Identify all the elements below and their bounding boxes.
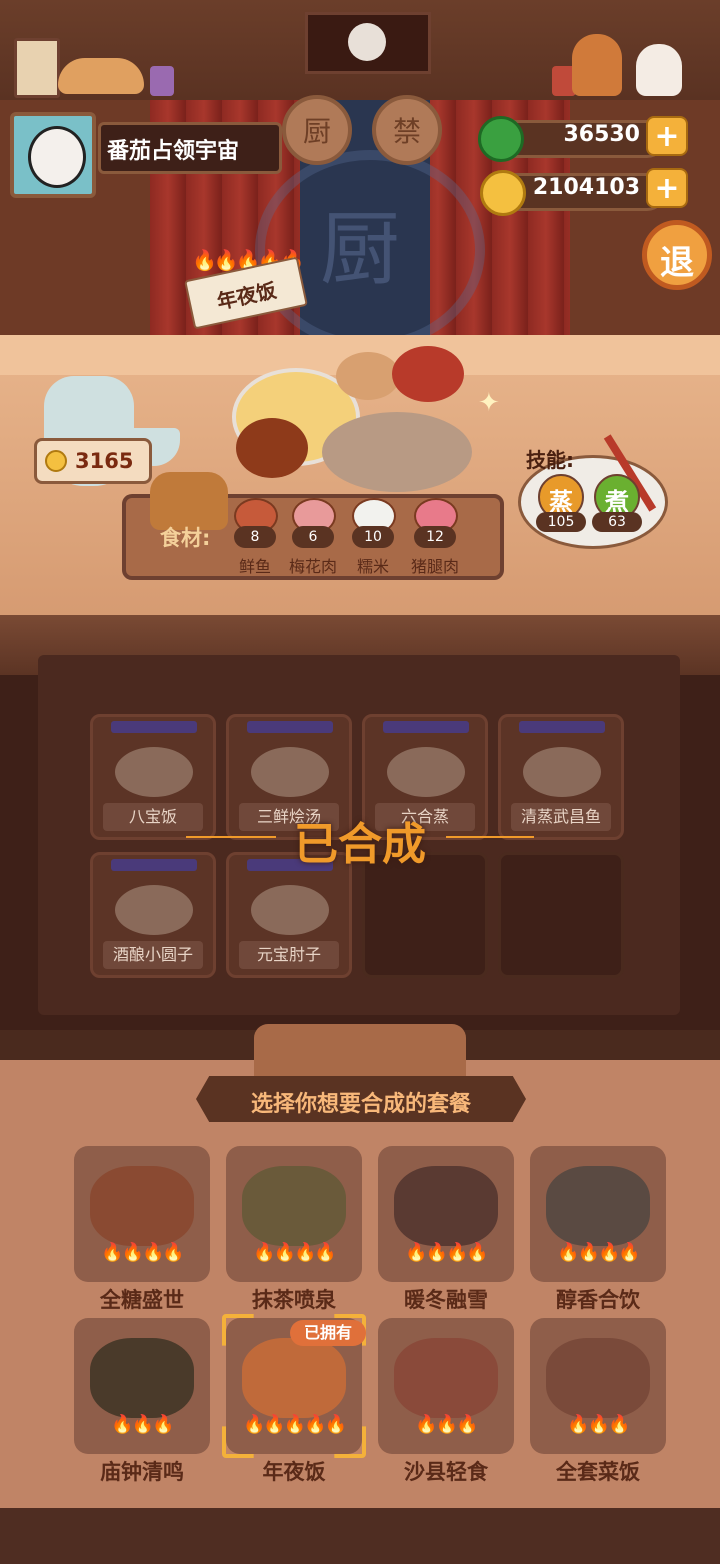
slot-bar (519, 721, 605, 733)
dish-name: 酒酿小圆子 (103, 941, 203, 969)
ingredient-count: 6 (292, 526, 334, 548)
meal-name: 庙钟清鸣 (100, 1460, 184, 1484)
dish-icon (115, 747, 193, 797)
meal-card[interactable]: 🔥🔥🔥🔥 (226, 1146, 362, 1282)
dish-name: 清蒸武昌鱼 (511, 803, 611, 831)
meal-name: 全糖盛世 (100, 1288, 184, 1312)
hanging-banner (305, 12, 431, 74)
synthesis-status: 已合成 (294, 819, 426, 870)
meal-illustration (90, 1338, 194, 1418)
feast-dish-bowl (336, 352, 400, 400)
meal-card[interactable]: 🔥🔥🔥🔥 (74, 1146, 210, 1282)
feast-dish-red-bowl (392, 346, 464, 402)
player-name-plate: 番茄占领宇宙 (98, 122, 282, 174)
bottom-bar (0, 1508, 720, 1564)
meal-illustration (394, 1338, 498, 1418)
meal-card[interactable]: 🔥🔥🔥 (74, 1318, 210, 1454)
ingredient-count: 8 (234, 526, 276, 548)
exit-label: 退 (660, 243, 694, 283)
ingredients-label: 食材: (160, 526, 211, 550)
meal-name: 沙县轻食 (404, 1460, 488, 1484)
panel-lid-handle (254, 1024, 466, 1082)
meal-name: 醇香合饮 (556, 1288, 640, 1312)
spool-icon (150, 66, 174, 96)
meal-illustration (394, 1166, 498, 1246)
tabby-cat-icon (58, 58, 144, 94)
difficulty-flames: 🔥🔥🔥 (111, 1414, 174, 1435)
synthesized-dish-slot[interactable]: 酒酿小圆子 (90, 852, 216, 978)
coin-value: 2104103 (532, 175, 640, 200)
meal-card[interactable]: 🔥🔥🔥🔥🔥 已拥有 (222, 1314, 366, 1458)
meal-illustration (242, 1166, 346, 1246)
meal-illustration (242, 1338, 346, 1418)
difficulty-flames: 🔥🔥🔥🔥 (253, 1242, 337, 1263)
dish-icon (387, 747, 465, 797)
add-jade-button[interactable]: + (646, 116, 688, 156)
feast-dish-pork (236, 418, 308, 478)
dish-icon (523, 747, 601, 797)
difficulty-flames: 🔥🔥🔥 (567, 1414, 630, 1435)
ingredient-name: 猪腿肉 (410, 557, 459, 576)
dish-icon (115, 885, 193, 935)
skill-value: 63 (592, 512, 642, 532)
synthesized-dish-slot[interactable]: 清蒸武昌鱼 (498, 714, 624, 840)
meal-illustration (90, 1166, 194, 1246)
bottle-value: 3165 (75, 449, 134, 473)
meal-card[interactable]: 🔥🔥🔥 (530, 1318, 666, 1454)
skill-value: 105 (536, 512, 586, 532)
dish-name: 元宝肘子 (239, 941, 339, 969)
exit-button[interactable]: 退 (642, 220, 712, 290)
plus-icon: + (654, 119, 680, 154)
panda-avatar-icon (28, 126, 86, 188)
difficulty-flames: 🔥🔥🔥🔥 (405, 1242, 489, 1263)
coin-icon (45, 450, 67, 472)
slot-bar (247, 721, 333, 733)
ingredient-count: 12 (414, 526, 456, 548)
player-name: 番茄占领宇宙 (107, 139, 240, 164)
meal-name: 年夜饭 (262, 1460, 326, 1484)
player-avatar[interactable] (10, 112, 96, 198)
stage-sign-1: 厨 (282, 95, 352, 165)
slot-bar (383, 721, 469, 733)
difficulty-flames: 🔥🔥🔥🔥🔥 (242, 1414, 347, 1435)
cat-chef-portrait-icon (348, 23, 386, 61)
jade-icon (478, 116, 524, 162)
synthesized-dish-slot[interactable]: 八宝饭 (90, 714, 216, 840)
difficulty-flames: 🔥🔥🔥🔥 (557, 1242, 641, 1263)
stage-emblem-glyph: 厨 (320, 203, 400, 296)
stage-sign-2: 禁 (372, 95, 442, 165)
ingredient-count: 10 (352, 526, 394, 548)
white-cat-icon (636, 44, 682, 96)
synthesized-dish-slot[interactable] (498, 852, 624, 978)
selection-title: 选择你想要合成的套餐 (250, 1092, 471, 1117)
grandma-chef-icon (572, 34, 622, 96)
meal-card[interactable]: 🔥🔥🔥 (378, 1318, 514, 1454)
meal-illustration (546, 1338, 650, 1418)
slot-bar (111, 721, 197, 733)
jade-value: 36530 (563, 122, 640, 147)
dish-name: 八宝饭 (103, 803, 203, 831)
add-coins-button[interactable]: + (646, 168, 688, 208)
skills-label: 技能: (526, 448, 574, 472)
meal-illustration (546, 1166, 650, 1246)
slot-bar (111, 859, 197, 871)
feast-dish-fish (322, 412, 472, 492)
dish-icon (251, 885, 329, 935)
sparkle-icon: ✦ (478, 388, 500, 418)
meal-name: 抹茶喷泉 (252, 1288, 336, 1312)
meal-name: 暖冬融雪 (404, 1288, 488, 1312)
meal-name: 全套菜饭 (556, 1460, 640, 1484)
ingredient-name: 糯米 (356, 557, 389, 576)
plus-icon: + (654, 171, 680, 206)
bottle-value-tag: 3165 (34, 438, 152, 484)
difficulty-flames: 🔥🔥🔥🔥 (101, 1242, 185, 1263)
dish-icon (251, 747, 329, 797)
wall-scroll-icon (14, 38, 60, 98)
difficulty-flames: 🔥🔥🔥 (415, 1414, 478, 1435)
owned-badge: 已拥有 (290, 1320, 366, 1346)
meal-card[interactable]: 🔥🔥🔥🔥 (530, 1146, 666, 1282)
meal-card[interactable]: 🔥🔥🔥🔥 (378, 1146, 514, 1282)
